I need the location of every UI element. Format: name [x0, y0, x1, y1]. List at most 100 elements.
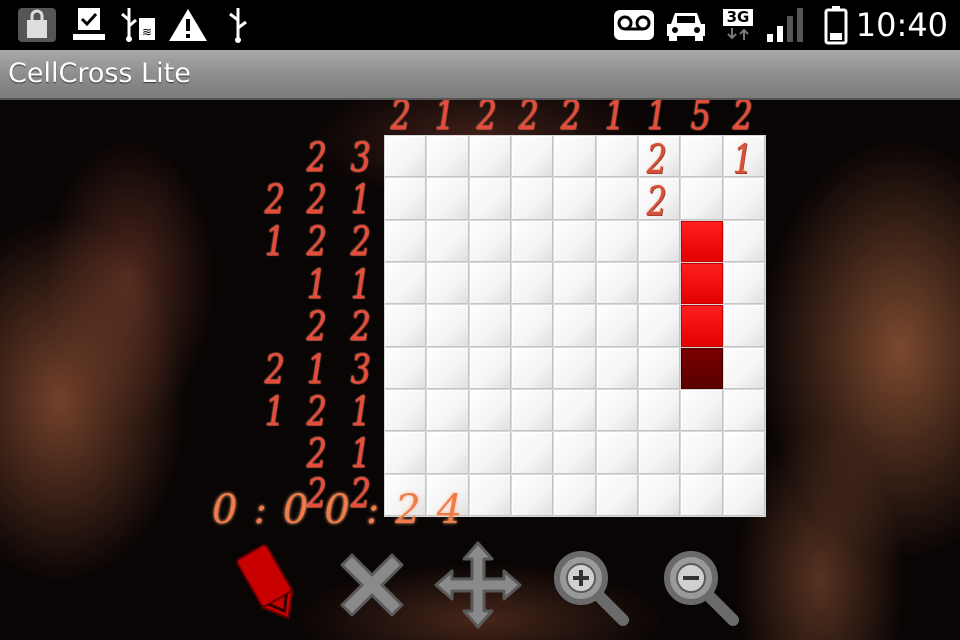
- grid-cell[interactable]: [596, 262, 638, 305]
- grid-cell[interactable]: [596, 389, 638, 432]
- grid-cell[interactable]: [596, 347, 638, 389]
- grid-cell[interactable]: [427, 220, 469, 262]
- grid-cell[interactable]: [511, 136, 554, 178]
- row-clue: 2: [306, 219, 327, 265]
- grid-cell[interactable]: [723, 432, 765, 474]
- row-clue: 3: [350, 347, 371, 393]
- grid-cell[interactable]: [385, 432, 427, 474]
- grid-cell-cursor[interactable]: [681, 347, 723, 389]
- grid-cell[interactable]: [385, 178, 427, 220]
- grid-cell-filled[interactable]: [681, 262, 723, 305]
- grid-cell[interactable]: [681, 136, 723, 178]
- 3g-signal-icon: 3G: [716, 6, 760, 44]
- column-clue: 1: [434, 100, 455, 139]
- grid-cell[interactable]: [554, 136, 596, 178]
- grid-cell[interactable]: [723, 347, 765, 389]
- move-tool-button[interactable]: [430, 540, 526, 630]
- grid-cell[interactable]: [681, 474, 723, 516]
- grid-cell[interactable]: [554, 389, 596, 432]
- grid-cell[interactable]: [469, 262, 511, 305]
- title-bar: CellCross Lite: [0, 50, 960, 100]
- grid-cell[interactable]: [427, 178, 469, 220]
- cross-tool-button[interactable]: [324, 540, 420, 630]
- grid-cell[interactable]: [596, 432, 638, 474]
- grid-cell[interactable]: [469, 305, 511, 347]
- grid-cell[interactable]: [427, 432, 469, 474]
- grid-cell[interactable]: [427, 136, 469, 178]
- grid-cell[interactable]: [511, 262, 554, 305]
- grid-cell[interactable]: [723, 220, 765, 262]
- grid-cell-filled[interactable]: [681, 220, 723, 262]
- grid-cell[interactable]: [385, 136, 427, 178]
- grid-cell[interactable]: [427, 262, 469, 305]
- grid-cell[interactable]: [427, 389, 469, 432]
- zoom-in-button[interactable]: [540, 540, 636, 630]
- grid-cell[interactable]: [554, 262, 596, 305]
- grid-cell[interactable]: [554, 220, 596, 262]
- puzzle-grid[interactable]: [384, 135, 766, 517]
- grid-cell[interactable]: [681, 178, 723, 220]
- usb-icon: [222, 6, 254, 44]
- status-bar: ≋ 3G 10:40: [0, 0, 960, 50]
- grid-cell[interactable]: [723, 389, 765, 432]
- grid-cell[interactable]: [638, 305, 681, 347]
- grid-cell[interactable]: [723, 178, 765, 220]
- grid-cell[interactable]: [554, 178, 596, 220]
- grid-cell[interactable]: [638, 389, 681, 432]
- grid-cell[interactable]: [511, 178, 554, 220]
- grid-cell[interactable]: [511, 347, 554, 389]
- grid-cell[interactable]: [638, 262, 681, 305]
- grid-cell[interactable]: [681, 389, 723, 432]
- pencil-tool-button[interactable]: [218, 540, 314, 630]
- grid-cell[interactable]: [469, 432, 511, 474]
- grid-cell[interactable]: [385, 389, 427, 432]
- grid-cell[interactable]: [554, 474, 596, 516]
- column-clue: 2: [476, 100, 497, 139]
- grid-cell[interactable]: [596, 220, 638, 262]
- row-clue: 2: [306, 177, 327, 223]
- grid-cell[interactable]: [511, 474, 554, 516]
- battery-icon: [822, 6, 850, 45]
- grid-cell[interactable]: [511, 432, 554, 474]
- grid-cell[interactable]: [469, 178, 511, 220]
- grid-cell[interactable]: [469, 136, 511, 178]
- grid-cell[interactable]: [596, 474, 638, 516]
- grid-cell[interactable]: [511, 220, 554, 262]
- grid-cell[interactable]: [596, 136, 638, 178]
- grid-cell-filled[interactable]: [681, 305, 723, 347]
- column-clue: 2: [560, 100, 581, 139]
- grid-cell[interactable]: [385, 220, 427, 262]
- grid-cell[interactable]: [723, 305, 765, 347]
- grid-cell[interactable]: [469, 389, 511, 432]
- shopping-bag-icon: [16, 6, 58, 44]
- grid-cell[interactable]: [638, 432, 681, 474]
- grid-cell[interactable]: [596, 305, 638, 347]
- grid-cell[interactable]: [681, 432, 723, 474]
- grid-cell[interactable]: [554, 305, 596, 347]
- grid-cell[interactable]: [596, 178, 638, 220]
- grid-cell[interactable]: [469, 347, 511, 389]
- grid-cell[interactable]: [511, 389, 554, 432]
- grid-cell[interactable]: [638, 474, 681, 516]
- grid-cell[interactable]: [385, 305, 427, 347]
- grid-cell[interactable]: [554, 347, 596, 389]
- grid-cell[interactable]: [638, 220, 681, 262]
- warning-icon: [166, 6, 210, 44]
- zoom-out-button[interactable]: [650, 540, 746, 630]
- row-clue: 2: [264, 347, 285, 393]
- clock: 10:40: [855, 6, 948, 44]
- svg-text:≋: ≋: [142, 25, 152, 39]
- grid-cell[interactable]: [427, 347, 469, 389]
- grid-cell[interactable]: [427, 305, 469, 347]
- column-clue-overlay: 2: [646, 179, 667, 225]
- grid-cell[interactable]: [723, 262, 765, 305]
- grid-cell[interactable]: [511, 305, 554, 347]
- grid-cell[interactable]: [638, 347, 681, 389]
- grid-cell[interactable]: [554, 432, 596, 474]
- grid-cell[interactable]: [385, 347, 427, 389]
- grid-cell[interactable]: [723, 474, 765, 516]
- grid-cell[interactable]: [385, 262, 427, 305]
- row-clue: 1: [306, 347, 327, 393]
- row-clue: 2: [350, 219, 371, 265]
- grid-cell[interactable]: [469, 220, 511, 262]
